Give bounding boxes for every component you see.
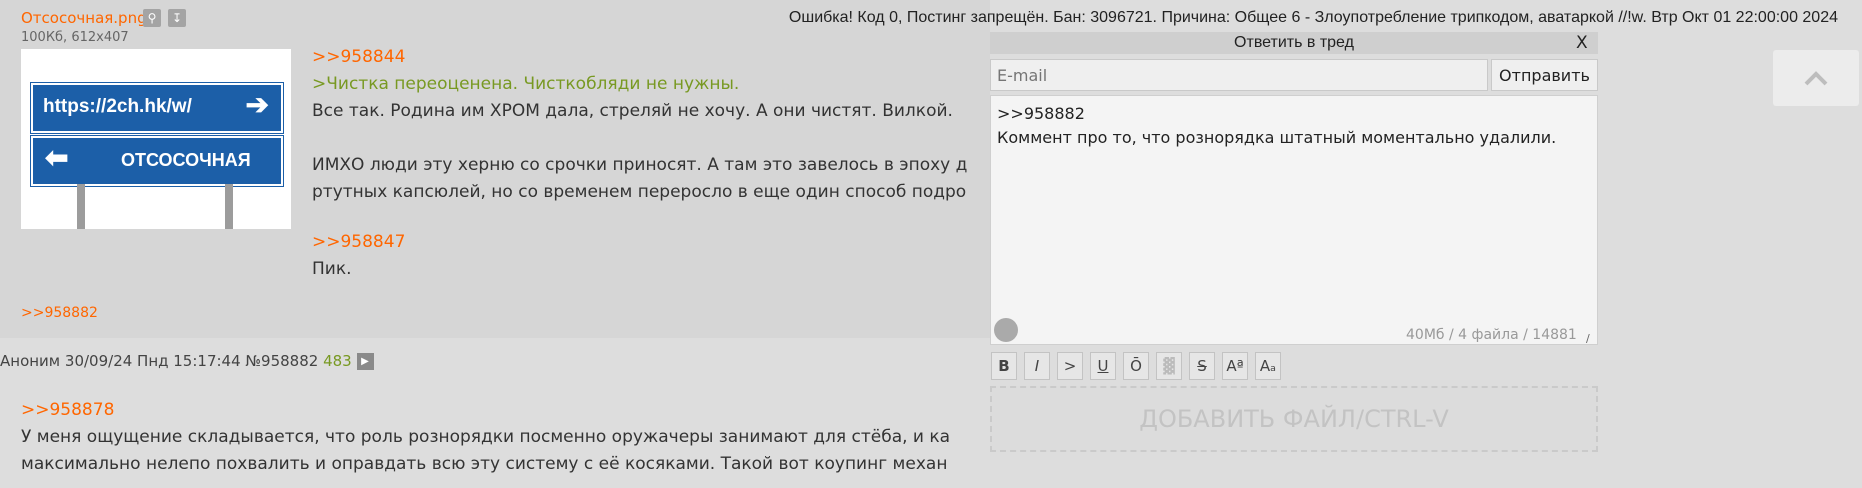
post-2-header: Аноним 30/09/24 Пнд 15:17:44 №958882 483…: [0, 352, 374, 370]
scroll-up-button[interactable]: [1773, 50, 1859, 106]
post-text-line: У меня ощущение складывается, что роль р…: [21, 427, 951, 447]
file-meta: 100Кб, 612x407: [21, 30, 129, 45]
strike-button[interactable]: S: [1189, 352, 1215, 380]
post-count: 483: [323, 352, 352, 370]
bold-button[interactable]: B: [991, 352, 1017, 380]
reply-link[interactable]: >>958844: [312, 44, 405, 71]
post-text-line: максимально нелепо похвалить и оправдать…: [21, 454, 948, 474]
overline-button[interactable]: Ō: [1123, 352, 1149, 380]
form-limits: 40Мб / 4 файла / 14881: [1406, 327, 1577, 343]
submit-button[interactable]: Отправить: [1491, 59, 1598, 91]
post-image-thumbnail[interactable]: https://2ch.hk/w/ ➔ ⬅ ОТСОСОЧНАЯ: [21, 49, 291, 229]
file-dropzone[interactable]: ДОБАВИТЬ ФАЙЛ/CTRL-V: [990, 386, 1598, 452]
backlink[interactable]: >>958882: [21, 305, 98, 321]
search-icon[interactable]: ⚲: [143, 9, 161, 27]
close-icon[interactable]: X: [1576, 32, 1588, 54]
sage-icon[interactable]: [994, 318, 1018, 342]
reply-link[interactable]: >>958847: [312, 229, 405, 256]
chevron-up-icon: [1804, 71, 1828, 86]
subscript-button[interactable]: Aₐ: [1255, 352, 1281, 380]
post-text-line: Все так. Родина им ХРОМ дала, стреляй не…: [312, 101, 953, 121]
quote-button[interactable]: >: [1057, 352, 1083, 380]
play-icon[interactable]: ▶: [356, 353, 374, 370]
post-number[interactable]: №958882: [245, 352, 318, 370]
reply-form-title[interactable]: Ответить в тред: [990, 32, 1598, 54]
greentext-quote: >Чистка переоценена. Чисткобляди не нужн…: [312, 74, 740, 94]
post-text-line: ИМХО люди эту херню со срочки приносят. …: [312, 155, 968, 175]
email-field[interactable]: [990, 59, 1488, 91]
post-author: Аноним: [0, 352, 61, 370]
ban-notice-text: Ошибка! Код 0, Постинг запрещён. Бан: 30…: [788, 9, 1838, 26]
comment-text: >>958882 Коммент про то, что рознорядка …: [997, 104, 1557, 147]
sign-pole-right: [225, 184, 233, 229]
resize-handle-icon[interactable]: ∕: [1586, 332, 1590, 345]
sign-pole-left: [77, 184, 85, 229]
file-name-link[interactable]: Отсосочная.png: [21, 9, 147, 27]
spoiler-button[interactable]: ▓: [1156, 352, 1182, 380]
superscript-button[interactable]: Aª: [1222, 352, 1248, 380]
italic-button[interactable]: I: [1024, 352, 1050, 380]
download-icon[interactable]: ↧: [168, 9, 186, 27]
post-date: 30/09/24 Пнд 15:17:44: [64, 352, 241, 370]
underline-button[interactable]: U: [1090, 352, 1116, 380]
thumb-sign-bottom: ⬅ ОТСОСОЧНАЯ: [31, 136, 283, 186]
thumb-sign-top: https://2ch.hk/w/ ➔: [31, 83, 283, 133]
reply-link[interactable]: >>958878: [21, 397, 114, 424]
post-text-line: Пик.: [312, 259, 352, 279]
post-text-line: ртутных капсюлей, но со временем перерос…: [312, 182, 967, 202]
